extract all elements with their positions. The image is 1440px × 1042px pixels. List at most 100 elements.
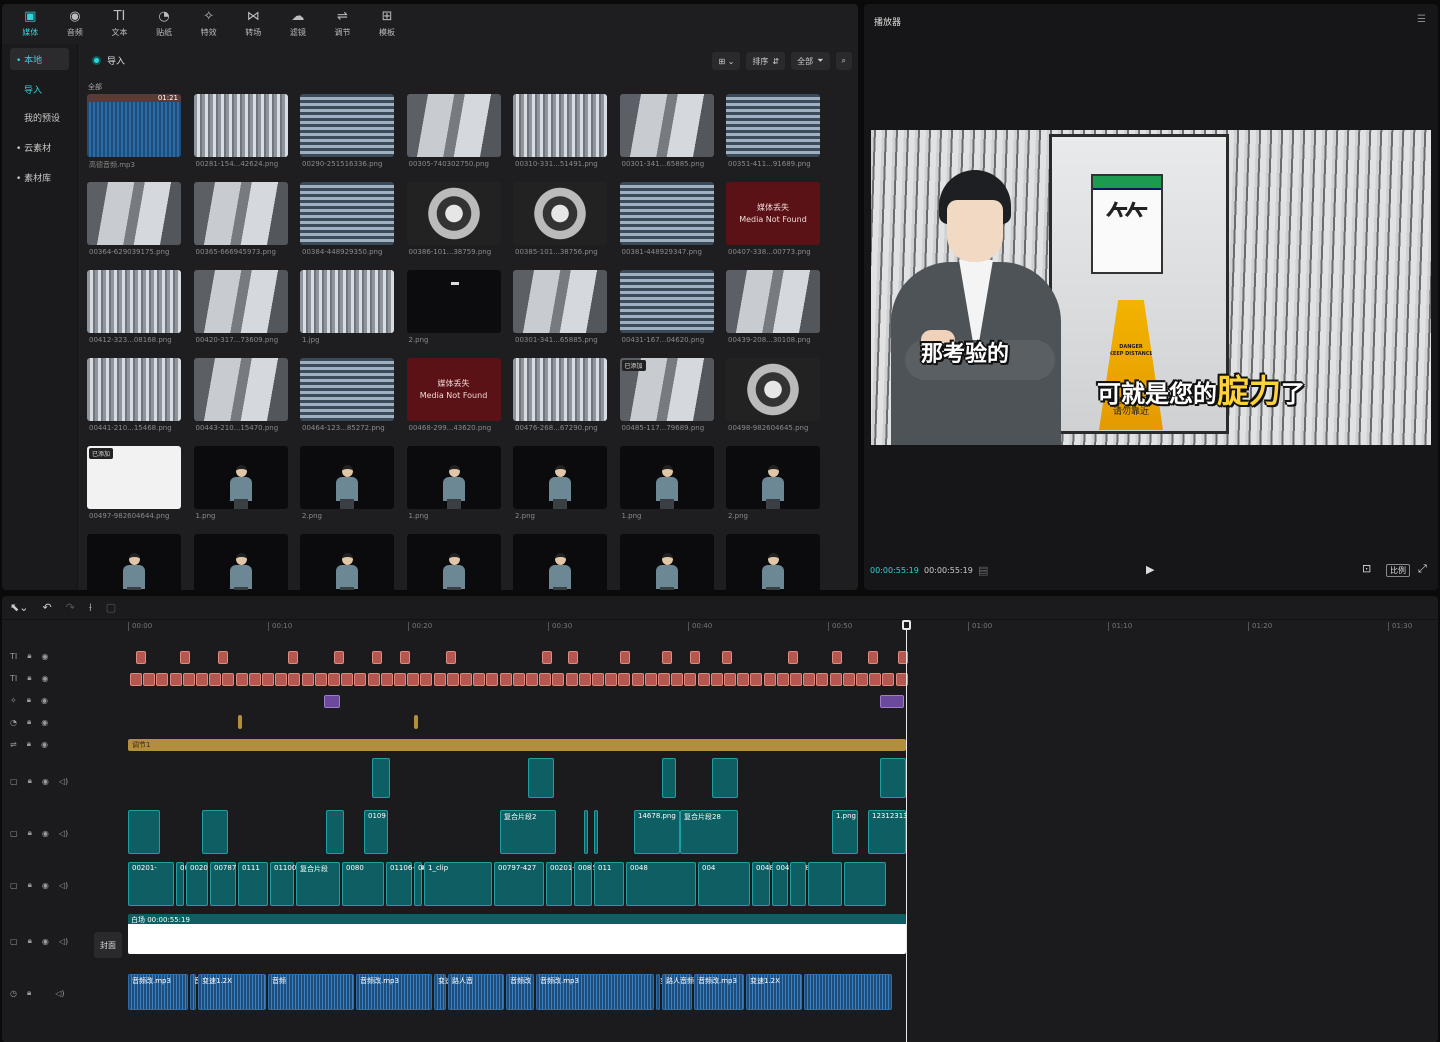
video-clip[interactable]: 复合片段2 xyxy=(500,810,556,854)
video-clip[interactable]: 011 xyxy=(594,862,624,906)
video-clip[interactable]: 0111 xyxy=(238,862,268,906)
audio-clip[interactable]: 路人音频 xyxy=(662,974,694,1010)
text-clip[interactable] xyxy=(248,673,261,686)
tab-1[interactable]: ◉ 音频 xyxy=(53,4,98,44)
text-clip[interactable] xyxy=(354,673,367,686)
split-icon[interactable]: ⟊ xyxy=(89,601,92,615)
media-item[interactable]: 00351-411...91689.png xyxy=(726,94,820,168)
media-item[interactable] xyxy=(87,534,181,590)
sidebar-item-library[interactable]: • 素材库 xyxy=(10,166,69,188)
text-clip[interactable] xyxy=(816,673,829,686)
video-clip[interactable]: 0109 xyxy=(364,810,388,854)
text-clip[interactable] xyxy=(662,651,672,664)
media-item[interactable]: 已添加 00485-117...79689.png xyxy=(619,358,714,432)
text-clip[interactable] xyxy=(644,673,657,686)
sticker-clip[interactable] xyxy=(414,715,418,729)
search-button[interactable]: ⌕ xyxy=(835,52,852,70)
audio-clip[interactable]: 音频改.mp3 xyxy=(356,974,432,1010)
text-clip[interactable] xyxy=(196,673,208,686)
text-clip[interactable] xyxy=(803,673,816,686)
text-clip[interactable] xyxy=(565,673,578,686)
video-clip[interactable] xyxy=(712,758,738,798)
media-item[interactable]: 00386-101...38759.png xyxy=(406,182,501,256)
time-ruler[interactable]: 00:00 00:10 00:20 00:30 00:40 00:50 01:00 01:10… xyxy=(128,622,1438,634)
media-item[interactable]: 2.png xyxy=(726,446,820,520)
play-button[interactable]: ▶ xyxy=(1146,563,1154,576)
media-item[interactable]: 00310-331...51491.png xyxy=(513,94,607,168)
text-clip[interactable] xyxy=(631,673,644,686)
audio-clip[interactable] xyxy=(804,974,892,1010)
text-clip[interactable] xyxy=(605,673,618,686)
media-item[interactable]: 媒体丢失 Media Not Found 00407-338...00773.png xyxy=(726,182,820,256)
text-clip[interactable] xyxy=(737,673,750,686)
video-clip[interactable]: 008 xyxy=(574,862,592,906)
text-clip[interactable] xyxy=(868,651,878,664)
delete-icon[interactable]: ▢ xyxy=(106,601,116,614)
media-item[interactable]: 2.png xyxy=(513,446,607,520)
video-clip[interactable] xyxy=(584,810,588,854)
media-item[interactable]: 00365-666945973.png xyxy=(193,182,288,256)
text-clip[interactable] xyxy=(407,673,420,686)
playhead-line[interactable] xyxy=(906,620,907,1042)
text-clip[interactable] xyxy=(788,651,798,664)
video-clip[interactable]: 复合片段28 xyxy=(680,810,738,854)
text-clip[interactable] xyxy=(288,651,298,664)
text-clip[interactable] xyxy=(684,673,697,686)
media-item[interactable]: 00464-123...85272.png xyxy=(300,358,394,432)
media-item[interactable] xyxy=(619,534,714,590)
video-clip[interactable] xyxy=(662,758,676,798)
text-clip[interactable] xyxy=(182,673,195,686)
text-clip[interactable] xyxy=(262,673,274,686)
text-clip[interactable] xyxy=(526,673,538,686)
text-clip[interactable] xyxy=(542,651,552,664)
video-clip[interactable]: 00201-35235 xyxy=(414,862,465,906)
text-clip[interactable] xyxy=(869,673,882,686)
text-clip[interactable] xyxy=(618,673,631,686)
media-item[interactable]: 00385-101...38756.png xyxy=(513,182,607,256)
text-clip[interactable] xyxy=(130,673,142,686)
media-item[interactable]: 1.jpg xyxy=(300,270,394,344)
text-clip[interactable] xyxy=(776,673,789,686)
media-item[interactable]: 1.png xyxy=(406,446,501,520)
video-clip[interactable] xyxy=(594,810,598,854)
text-clip[interactable] xyxy=(446,673,459,686)
audio-clip[interactable]: 音频改.mp3 xyxy=(190,974,233,1010)
video-clip[interactable]: 01100-233 xyxy=(270,862,312,906)
text-clip[interactable] xyxy=(568,651,578,664)
text-clip[interactable] xyxy=(433,673,446,686)
tab-5[interactable]: ⋈ 转场 xyxy=(231,4,276,44)
video-clip[interactable]: 1_clip xyxy=(424,862,492,906)
audio-clip[interactable]: 变速1.2X xyxy=(198,974,266,1010)
filter-button[interactable]: 全部 ⏷ xyxy=(791,52,830,70)
audio-clip[interactable]: 变速1.2X xyxy=(434,974,468,1010)
media-item[interactable]: 00381-448929347.png xyxy=(619,182,714,256)
audio-clip[interactable]: 路人音 xyxy=(448,974,504,1010)
media-item[interactable]: 00476-268...67290.png xyxy=(513,358,607,432)
video-clip[interactable] xyxy=(880,758,906,798)
media-item[interactable]: 00364-629039175.png xyxy=(87,182,181,256)
tab-7[interactable]: ⇌ 调节 xyxy=(320,4,365,44)
media-item[interactable]: 01:21 高德音频.mp3 xyxy=(87,94,181,169)
playhead-handle[interactable] xyxy=(902,620,911,630)
effect-clip[interactable] xyxy=(324,695,340,708)
media-item[interactable] xyxy=(193,534,288,590)
text-clip[interactable] xyxy=(578,673,591,686)
tab-3[interactable]: ◔ 贴纸 xyxy=(142,4,187,44)
text-clip[interactable] xyxy=(143,673,156,686)
text-clip[interactable] xyxy=(552,673,565,686)
media-item[interactable]: 00420-317...73609.png xyxy=(193,270,288,344)
media-item[interactable] xyxy=(406,534,501,590)
media-item[interactable]: 1.png xyxy=(619,446,714,520)
video-clip[interactable]: 复合片段 xyxy=(296,862,340,906)
video-clip[interactable] xyxy=(372,758,390,798)
media-item[interactable]: 2.png xyxy=(300,446,394,520)
text-clip[interactable] xyxy=(446,651,456,664)
video-clip[interactable]: 00787 xyxy=(210,862,236,906)
text-clip[interactable] xyxy=(180,651,190,664)
video-clip[interactable] xyxy=(528,758,554,798)
tab-6[interactable]: ☁ 滤镜 xyxy=(276,4,321,44)
sticker-clip[interactable] xyxy=(238,715,242,729)
text-clip[interactable] xyxy=(275,673,288,686)
text-clip[interactable] xyxy=(592,673,604,686)
text-clip[interactable] xyxy=(790,673,802,686)
